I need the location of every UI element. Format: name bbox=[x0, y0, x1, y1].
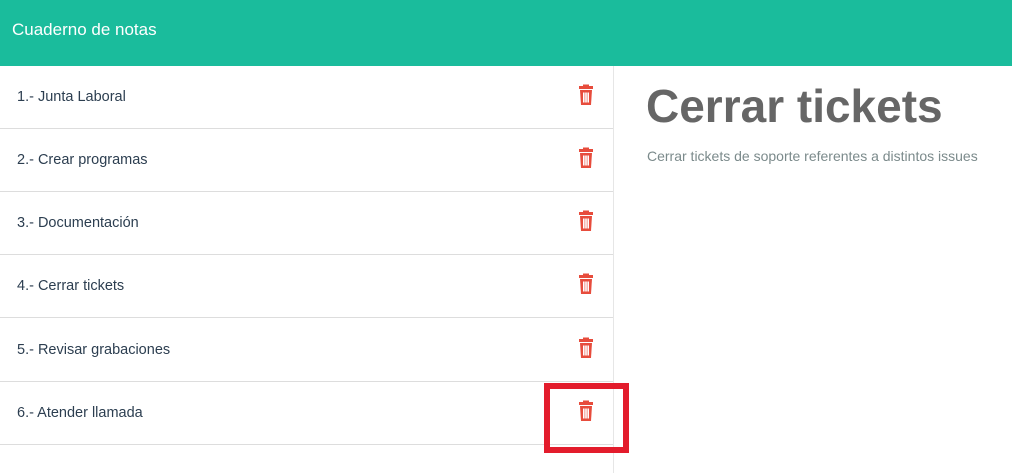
note-title[interactable]: 4.- Cerrar tickets bbox=[17, 277, 124, 295]
note-item[interactable]: 6.- Atender llamada bbox=[0, 382, 613, 445]
note-detail: Cerrar tickets Cerrar tickets de soporte… bbox=[614, 66, 1012, 473]
note-title[interactable]: 3.- Documentación bbox=[17, 214, 139, 232]
trash-icon[interactable] bbox=[574, 273, 598, 297]
trash-icon[interactable] bbox=[574, 337, 598, 361]
note-title[interactable]: 6.- Atender llamada bbox=[17, 404, 143, 422]
note-item[interactable]: 4.- Cerrar tickets bbox=[0, 255, 613, 318]
note-title[interactable]: 5.- Revisar grabaciones bbox=[17, 341, 170, 359]
trash-icon[interactable] bbox=[574, 147, 598, 171]
navbar: Cuaderno de notas bbox=[0, 0, 1012, 66]
app-window: Cuaderno de notas 1.- Junta Laboral 2.- … bbox=[0, 0, 1012, 473]
app-title[interactable]: Cuaderno de notas bbox=[12, 19, 157, 41]
notes-list: 1.- Junta Laboral 2.- Crear programas 3.… bbox=[0, 66, 614, 473]
note-item[interactable]: 3.- Documentación bbox=[0, 192, 613, 255]
detail-title: Cerrar tickets bbox=[646, 80, 943, 132]
note-title[interactable]: 1.- Junta Laboral bbox=[17, 88, 126, 106]
trash-icon[interactable] bbox=[574, 84, 598, 108]
note-item[interactable]: 2.- Crear programas bbox=[0, 129, 613, 192]
note-item[interactable]: 5.- Revisar grabaciones bbox=[0, 319, 613, 382]
trash-icon[interactable] bbox=[574, 210, 598, 234]
detail-body: Cerrar tickets de soporte referentes a d… bbox=[647, 148, 978, 164]
note-title[interactable]: 2.- Crear programas bbox=[17, 151, 148, 169]
note-item[interactable]: 1.- Junta Laboral bbox=[0, 66, 613, 129]
